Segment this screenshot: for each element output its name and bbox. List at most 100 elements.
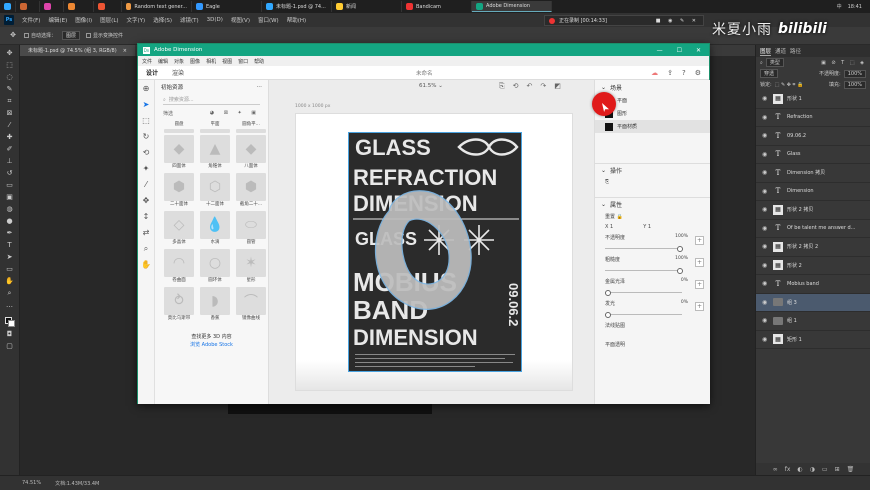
menu-image[interactable]: 图像(I): [71, 16, 96, 24]
blur-tool[interactable]: ◍: [5, 205, 15, 214]
layer-row[interactable]: ◉ ▦ 矩形 1: [756, 331, 870, 349]
auto-select-option[interactable]: 自动选择：: [24, 32, 56, 39]
auto-select-target-dropdown[interactable]: 图层: [62, 31, 81, 40]
healing-tool[interactable]: ✚: [5, 133, 15, 142]
action-icon-row[interactable]: ⎘: [595, 177, 710, 187]
add-texture-button[interactable]: +: [695, 236, 704, 245]
layer-name[interactable]: 形状 2 拷贝 2: [787, 243, 818, 250]
taskbar-slot[interactable]: [16, 1, 40, 12]
layer-row[interactable]: ◉ T Dimension 拷贝: [756, 164, 870, 183]
asset-tile[interactable]: ⬡ 十二面体: [200, 173, 230, 209]
menu-file[interactable]: 文件(F): [18, 16, 44, 24]
slider-value[interactable]: 0%: [681, 278, 688, 283]
taskbar-slot[interactable]: [94, 1, 122, 12]
asset-tile[interactable]: 💧 水滴: [200, 211, 230, 247]
layer-name[interactable]: 组 1: [787, 317, 797, 324]
scene-header[interactable]: ⌄ 场景: [595, 80, 710, 94]
asset-tile[interactable]: ◆ 八面体: [236, 135, 266, 171]
visibility-eye-icon[interactable]: ◉: [762, 188, 769, 195]
taskbar-tab-bandicam[interactable]: Bandicam: [402, 1, 472, 12]
filter-icons[interactable]: ◕ ⊠ ✦ ▣: [210, 110, 260, 116]
visibility-eye-icon[interactable]: ◉: [762, 317, 769, 324]
document-tab[interactable]: 未标题-1.psd @ 74.5% (组 3, RGB/8) ×: [20, 45, 135, 56]
asset-search[interactable]: ⌕ 搜索资源...: [163, 95, 260, 105]
add-icon[interactable]: ⊕: [143, 84, 150, 93]
gradient-tool[interactable]: ▣: [5, 193, 15, 202]
move-tool[interactable]: ✥: [5, 49, 15, 58]
asset-tile[interactable]: ⌒ 镜像曲线: [236, 287, 266, 323]
blend-mode-dropdown[interactable]: 穿透: [760, 69, 779, 78]
layer-row[interactable]: ◉ T Mobius band: [756, 275, 870, 294]
add-texture-button[interactable]: +: [695, 280, 704, 289]
type-tool[interactable]: T: [5, 241, 15, 250]
search-input[interactable]: 搜索资源...: [169, 96, 194, 103]
help-icon[interactable]: ?: [682, 69, 686, 77]
asset-tile[interactable]: ⬭ 圆管: [236, 211, 266, 247]
eyedropper-tool[interactable]: ⁄: [5, 121, 15, 130]
visibility-eye-icon[interactable]: ◉: [762, 262, 769, 269]
slider-value[interactable]: 100%: [675, 234, 688, 239]
slider-knob[interactable]: [605, 290, 611, 296]
size-reset[interactable]: 重置 🔒: [595, 211, 710, 222]
tab-paths[interactable]: 路径: [790, 47, 801, 55]
menu-edit[interactable]: 编辑(E): [44, 16, 71, 24]
artboard[interactable]: GLASS REFRACTION DIMENSION GLASS MOBIUS …: [295, 113, 573, 391]
layer-row[interactable]: ◉ T Dimension: [756, 183, 870, 201]
camera-bookmark-icon[interactable]: ⎘: [499, 82, 505, 91]
layer-row[interactable]: ◉ ▦ 形状 2: [756, 257, 870, 275]
assets-title[interactable]: 初始资源: [161, 83, 183, 91]
tab-channels[interactable]: 通道: [775, 47, 786, 55]
screen-mode-icon[interactable]: ▢: [5, 342, 15, 351]
slider-knob[interactable]: [605, 312, 611, 318]
show-transform-option[interactable]: 显示变换控件: [86, 32, 123, 39]
layer-row[interactable]: ◉ T Of be talent me answer d...: [756, 220, 870, 238]
x-field[interactable]: X 1: [605, 224, 613, 230]
adjustment-icon[interactable]: ◑: [810, 466, 815, 473]
asset-tile[interactable]: 圆角平...: [236, 121, 266, 133]
dn-menu-image[interactable]: 图像: [190, 58, 200, 65]
color-swatches[interactable]: [4, 317, 15, 327]
layer-row[interactable]: ◉ T Glass: [756, 146, 870, 164]
layer-kind-dropdown[interactable]: 类型: [765, 58, 784, 67]
brush-tool[interactable]: ✐: [5, 145, 15, 154]
slider-knob[interactable]: [677, 246, 683, 252]
layer-name[interactable]: 形状 2 拷贝: [787, 206, 813, 213]
show-transform-checkbox[interactable]: [86, 33, 92, 38]
new-layer-icon[interactable]: ⊞: [835, 466, 840, 473]
scene-item[interactable]: 平面材质: [595, 120, 710, 133]
asset-tile[interactable]: ◆ 四面体: [164, 135, 194, 171]
asset-tile[interactable]: ✶ 星形: [236, 249, 266, 285]
menu-filter[interactable]: 滤镜(T): [176, 16, 203, 24]
layer-name[interactable]: 09.06.2: [787, 133, 806, 139]
asset-tile[interactable]: ◗ 香蕉: [200, 287, 230, 323]
asset-tile[interactable]: ○ 圆环体: [200, 249, 230, 285]
close-icon[interactable]: ×: [123, 48, 127, 54]
slider-track[interactable]: [605, 270, 682, 271]
tab-design[interactable]: 设计: [146, 68, 158, 77]
new-group-icon[interactable]: ▭: [822, 466, 828, 473]
recording-controls[interactable]: ■ ◉ ✎ ✕: [656, 18, 699, 24]
asset-tile[interactable]: 平面: [200, 121, 230, 133]
mask-icon[interactable]: ◐: [797, 466, 802, 473]
layer-row[interactable]: ◉ 组 1: [756, 312, 870, 331]
dn-menu-object[interactable]: 对象: [174, 58, 184, 65]
auto-select-checkbox[interactable]: [24, 33, 29, 38]
marquee-tool[interactable]: ⬚: [5, 61, 15, 70]
asset-tile[interactable]: ▲ 角锥体: [200, 135, 230, 171]
slider-knob[interactable]: [677, 268, 683, 274]
orbit-icon[interactable]: ↻: [143, 132, 150, 141]
visibility-eye-icon[interactable]: ◉: [762, 280, 769, 287]
layer-name[interactable]: Mobius band: [787, 281, 819, 287]
pan-icon[interactable]: ⇄: [143, 228, 150, 237]
menu-window[interactable]: 窗口(W): [254, 16, 283, 24]
layer-row[interactable]: ◉ T Refraction: [756, 109, 870, 127]
taskbar-tab-dimension[interactable]: Adobe Dimension: [472, 1, 552, 12]
menu-view[interactable]: 视图(V): [227, 16, 254, 24]
dn-menu-window[interactable]: 窗口: [238, 58, 248, 65]
start-ps-button[interactable]: [0, 1, 16, 12]
eraser-tool[interactable]: ▭: [5, 181, 15, 190]
fx-icon[interactable]: fx: [785, 466, 791, 473]
visibility-eye-icon[interactable]: ◉: [762, 151, 769, 158]
zoom-level[interactable]: 74.51%: [22, 480, 41, 486]
dimension-canvas[interactable]: 61.5% ⌄ ⎘ ⟲ ↶ ↷ ◩ 1000 x 1000 px GLASS R…: [269, 80, 594, 404]
